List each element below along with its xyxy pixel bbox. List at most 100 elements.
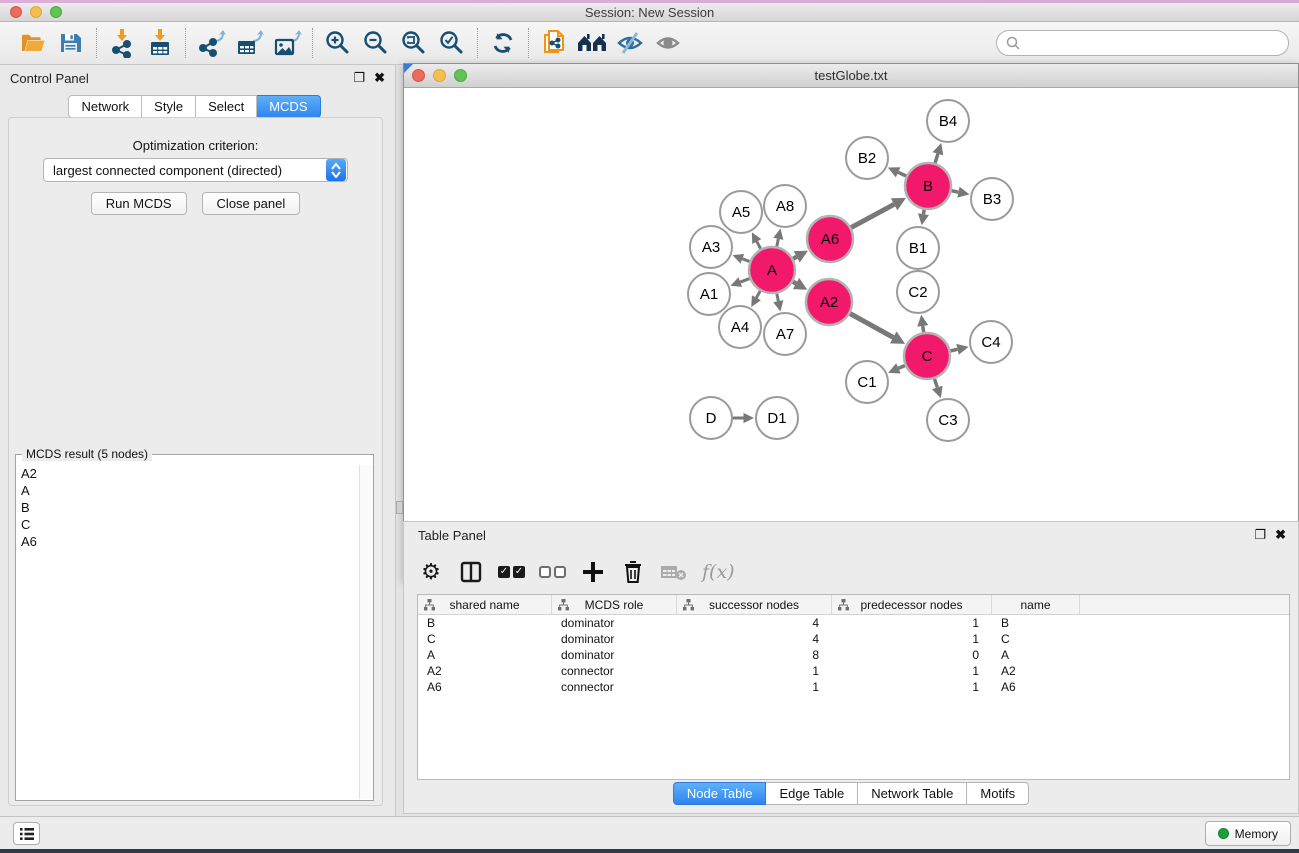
table-cell[interactable]: 8 <box>677 648 832 662</box>
graph-edge-A-A4[interactable] <box>756 291 760 298</box>
show-column-icon[interactable] <box>458 556 484 588</box>
graph-edge-A-A3[interactable] <box>742 259 749 262</box>
graph-edge-B-B4[interactable] <box>935 154 938 163</box>
result-item[interactable]: A6 <box>17 533 358 550</box>
table-cell[interactable]: 0 <box>832 648 992 662</box>
table-row[interactable]: Bdominator41B <box>418 615 1289 631</box>
column-header-shared-name[interactable]: shared name <box>418 595 552 614</box>
delete-columns-icon[interactable] <box>620 556 646 588</box>
close-panel-icon[interactable]: ✖ <box>374 71 385 85</box>
export-image-icon[interactable] <box>268 25 306 61</box>
vertical-scrollbar-thumb[interactable] <box>396 501 403 514</box>
zoom-fit-icon[interactable] <box>395 25 433 61</box>
column-header-predecessor-nodes[interactable]: predecessor nodes <box>832 595 992 614</box>
tab-network[interactable]: Network <box>68 95 142 118</box>
table-cell[interactable]: C <box>418 632 552 646</box>
graph-edge-B-B1[interactable] <box>923 210 924 214</box>
graph-edge-A2-C[interactable] <box>850 314 893 338</box>
tab-motifs[interactable]: Motifs <box>967 782 1029 805</box>
table-cell[interactable]: 1 <box>832 664 992 678</box>
result-item[interactable]: B <box>17 499 358 516</box>
graph-edge-A6-B[interactable] <box>851 204 894 227</box>
table-cell[interactable]: dominator <box>552 648 677 662</box>
network-minimize-button[interactable] <box>433 69 446 82</box>
table-cell[interactable]: B <box>992 616 1080 630</box>
graph-edge-C-C2[interactable] <box>923 326 924 332</box>
import-network-icon[interactable] <box>103 25 141 61</box>
table-row[interactable]: Cdominator41C <box>418 631 1289 647</box>
table-cell[interactable]: 4 <box>677 616 832 630</box>
result-item[interactable]: A2 <box>17 465 358 482</box>
close-window-button[interactable] <box>10 6 22 18</box>
close-table-panel-icon[interactable]: ✖ <box>1275 528 1286 542</box>
tab-mcds[interactable]: MCDS <box>257 95 320 118</box>
graph-edge-A-A2[interactable] <box>793 282 796 284</box>
minimize-window-button[interactable] <box>30 6 42 18</box>
graph-edge-A-A5[interactable] <box>757 242 761 249</box>
table-cell[interactable]: dominator <box>552 616 677 630</box>
table-cell[interactable]: connector <box>552 664 677 678</box>
duplicate-network-icon[interactable] <box>535 25 573 61</box>
table-options-gear-icon[interactable]: ⚙ <box>418 556 444 588</box>
column-header-name[interactable]: name <box>992 595 1080 614</box>
graph-edge-A-A1[interactable] <box>740 279 749 283</box>
tab-network-table[interactable]: Network Table <box>858 782 967 805</box>
graph-edge-C-C3[interactable] <box>934 379 937 388</box>
zoom-in-icon[interactable] <box>319 25 357 61</box>
table-cell[interactable]: A2 <box>418 664 552 678</box>
tab-edge-table[interactable]: Edge Table <box>766 782 858 805</box>
table-cell[interactable]: A2 <box>992 664 1080 678</box>
hide-panel-eye-icon[interactable] <box>611 25 649 61</box>
memory-button[interactable]: Memory <box>1205 821 1291 846</box>
result-item[interactable]: A <box>17 482 358 499</box>
search-input[interactable] <box>1021 33 1288 53</box>
criterion-dropdown[interactable]: largest connected component (directed) <box>43 158 348 182</box>
export-table-icon[interactable] <box>230 25 268 61</box>
table-cell[interactable]: 4 <box>677 632 832 646</box>
table-cell[interactable]: A <box>418 648 552 662</box>
table-cell[interactable]: A6 <box>418 680 552 694</box>
export-network-icon[interactable] <box>192 25 230 61</box>
table-cell[interactable]: 1 <box>677 680 832 694</box>
result-scrollbar[interactable] <box>359 465 373 799</box>
run-mcds-button[interactable]: Run MCDS <box>91 192 187 215</box>
open-session-icon[interactable] <box>14 25 52 61</box>
graph-edge-A-A7[interactable] <box>777 294 779 302</box>
network-window-titlebar[interactable]: testGlobe.txt <box>404 64 1298 88</box>
table-cell[interactable]: B <box>418 616 552 630</box>
graph-edge-C-C4[interactable] <box>950 349 957 351</box>
tab-node-table[interactable]: Node Table <box>673 782 767 805</box>
float-table-panel-icon[interactable]: ❐ <box>1254 528 1266 542</box>
save-session-icon[interactable] <box>52 25 90 61</box>
table-row[interactable]: A6connector11A6 <box>418 679 1289 695</box>
result-item[interactable]: C <box>17 516 358 533</box>
graph-edge-A-A6[interactable] <box>793 257 797 259</box>
graph-edge-B-B3[interactable] <box>952 191 959 192</box>
network-canvas[interactable]: B4B2BB3A8A5A6A3AC2A1A2A4A7C4CC1DD1C3B1 <box>404 88 1298 515</box>
tab-style[interactable]: Style <box>142 95 196 118</box>
table-cell[interactable]: 1 <box>832 632 992 646</box>
search-box[interactable] <box>996 30 1289 56</box>
graph-edge-A-A8[interactable] <box>777 239 779 247</box>
task-history-button[interactable] <box>13 822 40 845</box>
import-table-icon[interactable] <box>141 25 179 61</box>
graph-edge-C-C1[interactable] <box>898 366 905 369</box>
float-panel-icon[interactable]: ❐ <box>353 71 365 85</box>
table-cell[interactable]: A <box>992 648 1080 662</box>
table-cell[interactable]: dominator <box>552 632 677 646</box>
table-cell[interactable]: 1 <box>832 616 992 630</box>
column-header-MCDS-role[interactable]: MCDS role <box>552 595 677 614</box>
table-row[interactable]: Adominator80A <box>418 647 1289 663</box>
table-cell[interactable]: 1 <box>677 664 832 678</box>
zoom-selected-icon[interactable] <box>433 25 471 61</box>
table-row[interactable]: A2connector11A2 <box>418 663 1289 679</box>
zoom-window-button[interactable] <box>50 6 62 18</box>
table-cell[interactable]: 1 <box>832 680 992 694</box>
refresh-icon[interactable] <box>484 25 522 61</box>
zoom-out-icon[interactable] <box>357 25 395 61</box>
graph-edge-B-B2[interactable] <box>898 172 906 176</box>
network-close-button[interactable] <box>412 69 425 82</box>
table-cell[interactable]: C <box>992 632 1080 646</box>
deselect-all-checkboxes-icon[interactable] <box>539 556 566 588</box>
tab-select[interactable]: Select <box>196 95 257 118</box>
